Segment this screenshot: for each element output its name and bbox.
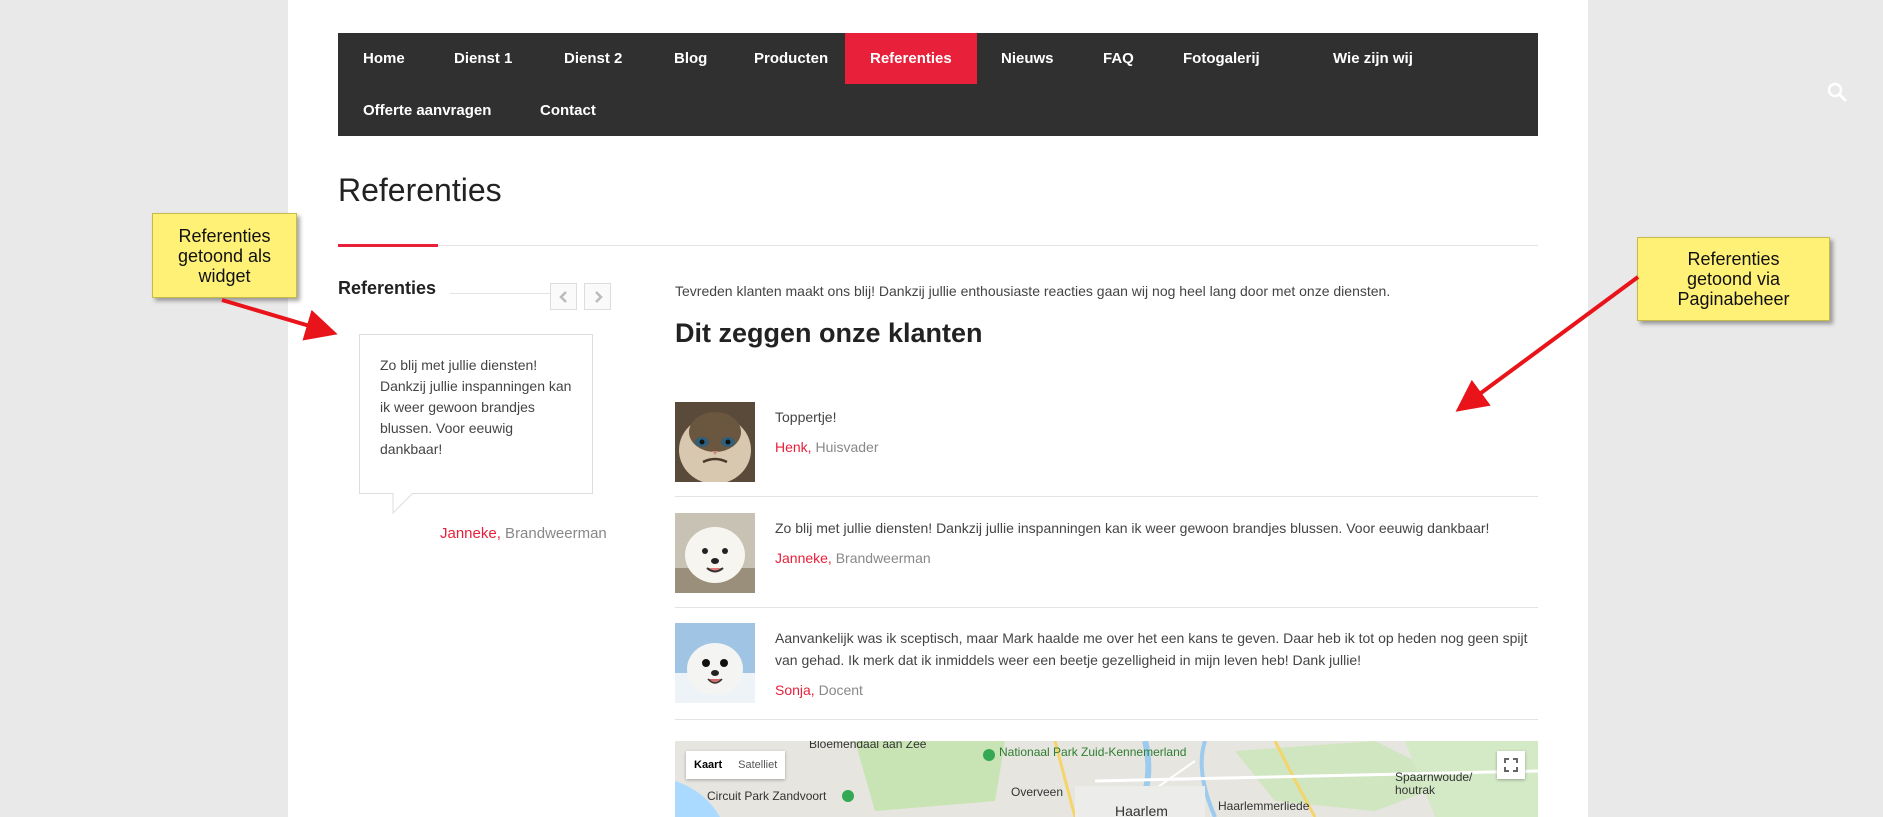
arrow-icon bbox=[1455, 275, 1640, 412]
arrow-icon bbox=[221, 298, 338, 341]
annotation-arrows bbox=[221, 275, 1640, 412]
